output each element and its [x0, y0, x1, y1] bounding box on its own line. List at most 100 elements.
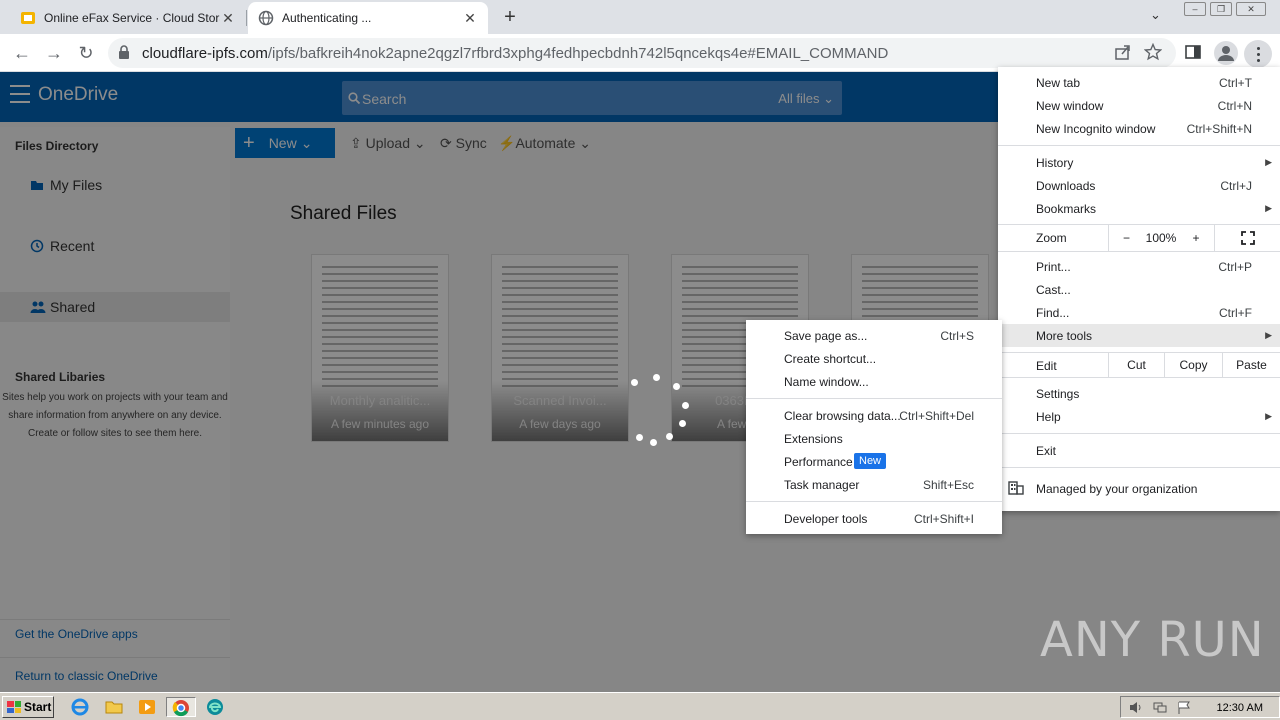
menu-label: Create shortcut... — [784, 351, 877, 366]
menu-item-cast[interactable]: Cast... — [998, 278, 1280, 301]
start-label: Start — [24, 700, 52, 714]
menu-shortcut: Ctrl+J — [1220, 178, 1252, 193]
menu-label: More tools — [1036, 328, 1093, 343]
menu-item-save-page[interactable]: Save page as... Ctrl+S — [746, 324, 1002, 347]
menu-item-history[interactable]: History ▶ — [998, 151, 1280, 174]
menu-item-new-tab[interactable]: New tab Ctrl+T — [998, 71, 1280, 94]
profile-avatar[interactable] — [1214, 41, 1238, 65]
submenu-arrow-icon: ▶ — [1265, 330, 1272, 340]
menu-item-settings[interactable]: Settings — [998, 382, 1280, 405]
zoom-row: Zoom − 100% + — [998, 225, 1280, 251]
menu-item-developer-tools[interactable]: Developer tools Ctrl+Shift+I — [746, 507, 1002, 530]
menu-item-find[interactable]: Find... Ctrl+F — [998, 301, 1280, 324]
window-close-icon[interactable]: ✕ — [1236, 2, 1266, 16]
tab-strip: Online eFax Service · Cloud Storage ✕ Au… — [0, 0, 1280, 34]
menu-label: New tab — [1036, 75, 1081, 90]
lock-icon[interactable] — [118, 45, 130, 64]
fullscreen-icon[interactable] — [1214, 225, 1280, 251]
menu-item-extensions[interactable]: Extensions — [746, 427, 1002, 450]
close-icon[interactable]: ✕ — [220, 10, 236, 27]
menu-label: Save page as... — [784, 328, 868, 343]
tab-title: Online eFax Service · Cloud Storage — [44, 11, 220, 25]
building-icon — [1008, 481, 1024, 498]
menu-item-incognito[interactable]: New Incognito window Ctrl+Shift+N — [998, 117, 1280, 140]
menu-item-print[interactable]: Print... Ctrl+P — [998, 255, 1280, 278]
loading-spinner-icon — [628, 372, 692, 446]
menu-item-create-shortcut[interactable]: Create shortcut... — [746, 347, 1002, 370]
side-panel-icon[interactable] — [1184, 43, 1204, 63]
network-icon[interactable] — [1153, 701, 1167, 714]
menu-item-downloads[interactable]: Downloads Ctrl+J — [998, 174, 1280, 197]
bookmark-star-icon[interactable] — [1143, 42, 1164, 63]
menu-item-bookmarks[interactable]: Bookmarks ▶ — [998, 197, 1280, 220]
close-icon[interactable]: ✕ — [462, 10, 478, 27]
globe-favicon-icon — [258, 10, 274, 26]
chrome-main-menu: New tab Ctrl+T New window Ctrl+N New Incog… — [998, 67, 1280, 511]
tab-separator — [246, 10, 247, 26]
chevron-down-icon[interactable]: ⌄ — [1150, 7, 1161, 23]
submenu-arrow-icon: ▶ — [1265, 157, 1272, 167]
address-bar[interactable]: cloudflare-ipfs.com/ipfs/bafkreih4nok2ap… — [108, 38, 1176, 68]
fax-favicon-icon — [20, 10, 36, 26]
menu-shortcut: Ctrl+Shift+I — [913, 511, 974, 526]
menu-label: Name window... — [784, 374, 869, 389]
menu-item-help[interactable]: Help ▶ — [998, 405, 1280, 428]
menu-label: Settings — [1036, 386, 1080, 401]
menu-shortcut: Ctrl+S — [940, 328, 974, 343]
url-text: cloudflare-ipfs.com/ipfs/bafkreih4nok2ap… — [142, 45, 888, 62]
start-button[interactable]: Start — [2, 696, 54, 718]
menu-item-task-manager[interactable]: Task manager Shift+Esc — [746, 473, 1002, 496]
menu-label: Help — [1036, 409, 1061, 424]
share-icon[interactable] — [1114, 43, 1134, 63]
new-tab-icon[interactable]: + — [498, 5, 522, 29]
menu-label: Task manager — [784, 477, 860, 492]
volume-icon[interactable] — [1129, 701, 1143, 714]
zoom-in-button[interactable]: + — [1178, 225, 1214, 251]
submenu-arrow-icon: ▶ — [1265, 411, 1272, 421]
edge-icon[interactable] — [205, 697, 227, 717]
menu-label: Clear browsing data... — [784, 408, 901, 423]
reload-icon[interactable]: ↻ — [74, 41, 98, 65]
zoom-out-button[interactable]: − — [1108, 225, 1144, 251]
cut-button[interactable]: Cut — [1108, 353, 1164, 377]
menu-label: New Incognito window — [1036, 121, 1156, 136]
menu-item-name-window[interactable]: Name window... — [746, 370, 1002, 393]
chrome-menu-icon[interactable] — [1244, 40, 1272, 68]
menu-item-more-tools[interactable]: More tools ▶ — [998, 324, 1280, 347]
tab-efax[interactable]: Online eFax Service · Cloud Storage ✕ — [10, 2, 246, 34]
back-icon[interactable]: ← — [10, 41, 34, 65]
menu-item-managed[interactable]: Managed by your organization — [998, 477, 1280, 500]
paste-button[interactable]: Paste — [1222, 353, 1280, 377]
clock: 12:30 AM — [1216, 702, 1263, 714]
chrome-taskbar-icon[interactable] — [166, 697, 196, 717]
minimize-icon[interactable]: – — [1184, 2, 1206, 16]
menu-shortcut: Ctrl+N — [1217, 98, 1252, 113]
menu-item-performance[interactable]: Performance New — [746, 450, 1002, 473]
menu-separator — [746, 501, 1002, 502]
system-tray: 12:30 AM — [1120, 696, 1280, 718]
menu-separator — [998, 145, 1280, 146]
menu-item-clear-data[interactable]: Clear browsing data... Ctrl+Shift+Del — [746, 404, 1002, 427]
menu-item-exit[interactable]: Exit — [998, 439, 1280, 462]
zoom-level: 100% — [1145, 231, 1177, 245]
taskbar: Start 12:30 AM — [0, 692, 1280, 720]
restore-icon[interactable]: ❐ — [1210, 2, 1232, 16]
menu-separator — [746, 398, 1002, 399]
flag-icon[interactable] — [1177, 701, 1191, 714]
menu-shortcut: Shift+Esc — [922, 477, 974, 492]
menu-label: Zoom — [1036, 231, 1067, 245]
menu-label: Exit — [1036, 443, 1057, 458]
internet-explorer-icon[interactable] — [70, 697, 92, 717]
folder-icon[interactable] — [104, 697, 126, 717]
copy-button[interactable]: Copy — [1164, 353, 1222, 377]
menu-label: History — [1036, 155, 1074, 170]
menu-label: New window — [1036, 98, 1104, 113]
forward-icon[interactable]: → — [42, 41, 66, 65]
menu-label: Print... — [1036, 259, 1071, 274]
menu-label: Cast... — [1036, 282, 1071, 297]
menu-shortcut: Ctrl+P — [1218, 259, 1252, 274]
media-player-icon[interactable] — [137, 697, 159, 717]
tab-authenticating[interactable]: Authenticating ... ✕ — [248, 2, 488, 34]
url-host: cloudflare-ipfs.com — [142, 45, 268, 62]
menu-item-new-window[interactable]: New window Ctrl+N — [998, 94, 1280, 117]
